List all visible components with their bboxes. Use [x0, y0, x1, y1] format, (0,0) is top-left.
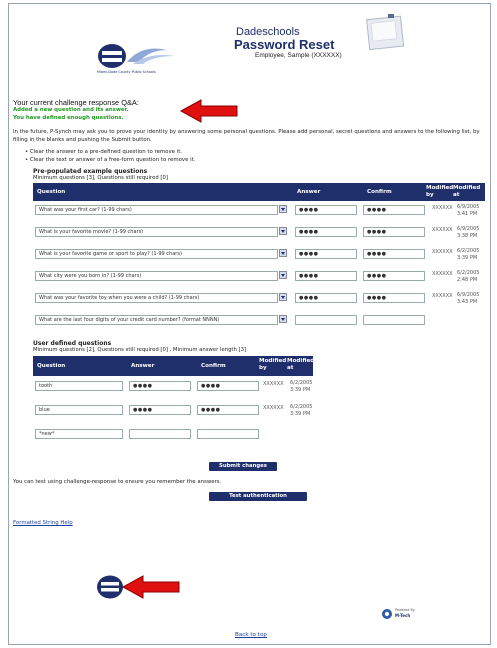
intro-text: In the future, P-Synch may ask you to pr… [13, 129, 480, 143]
chevron-down-icon[interactable] [279, 293, 287, 301]
chevron-down-icon[interactable] [279, 205, 287, 213]
answer-input[interactable]: ●●●● [295, 249, 357, 259]
userdef-title: User defined questions [33, 340, 112, 347]
status-message-enough: You have defined enough questions. [13, 115, 124, 121]
page-frame: Miami-Dade County Public Schools Dadesch… [8, 3, 491, 645]
bullet-text: Clear the answer to a pre-defined questi… [29, 149, 183, 155]
answer-input[interactable]: ●●●● [129, 405, 191, 415]
bullet-text: Clear the text or answer of a free-form … [29, 157, 196, 163]
table-row: What are the last four digits of your cr… [33, 314, 485, 330]
back-to-top-link[interactable]: Back to top [235, 632, 267, 638]
col-confirm: Confirm [367, 189, 392, 195]
test-authentication-button[interactable]: Test authentication [209, 492, 307, 501]
status-message-added: Added a new question and its answer. [13, 107, 129, 113]
bullet-clear-text: • Clear the text or answer of a free-for… [25, 157, 195, 163]
district-logo: Miami-Dade County Public Schools [87, 42, 197, 76]
table-row: *new* [33, 428, 313, 442]
col-modified-by: Modified by [259, 358, 287, 371]
table-row: What city were you born in? (1-99 chars)… [33, 270, 485, 290]
powered-by-label: Powered By [395, 608, 415, 612]
col-answer: Answer [297, 189, 321, 195]
question-select[interactable]: What is your favorite game or sport to p… [35, 249, 278, 259]
prepop-title: Pre-populated example questions [33, 168, 148, 175]
confirm-input[interactable]: ●●●● [363, 227, 425, 237]
tablet-icon [364, 12, 408, 54]
question-select[interactable]: What was your first car? (1-99 chars) [35, 205, 278, 215]
powered-by-badge: Powered By M-Tech [381, 608, 415, 622]
col-modified-at: Modified at [453, 185, 481, 198]
red-arrow-icon [179, 98, 241, 124]
chevron-down-icon[interactable] [279, 249, 287, 257]
bullet-clear-answer: • Clear the answer to a pre-defined ques… [25, 149, 182, 155]
table-row: What is your favorite game or sport to p… [33, 248, 485, 268]
test-instructions: You can test using challenge-response to… [13, 479, 222, 485]
answer-input[interactable]: ●●●● [295, 271, 357, 281]
custom-question-input[interactable]: blue [35, 405, 123, 415]
modified-by: XXXXXX [263, 381, 284, 387]
modified-by: XXXXXX [432, 227, 453, 233]
modified-by: XXXXXX [432, 271, 453, 277]
confirm-input[interactable] [363, 315, 425, 325]
modified-at: 6/9/2005 3:43 PM [457, 292, 480, 305]
table-row: What is your favorite movie? (1-99 chars… [33, 226, 485, 246]
mtech-logo-icon [382, 609, 392, 619]
answer-input[interactable]: ●●●● [295, 227, 357, 237]
chevron-down-icon[interactable] [279, 227, 287, 235]
modified-at: 6/2/2005 3:39 PM [457, 248, 480, 261]
page-title: Password Reset [234, 37, 335, 52]
confirm-input[interactable] [197, 429, 259, 439]
modified-at: 6/2/2005 3:39 PM [290, 404, 313, 417]
formatted-string-help-link[interactable]: Formatted String Help [13, 520, 73, 526]
modified-at: 6/9/2005 3:41 PM [457, 204, 480, 217]
userdef-subtitle: Minimum questions [2], Questions still r… [33, 347, 247, 353]
chevron-down-icon[interactable] [279, 315, 287, 323]
prepop-table-header: Question Answer Confirm Modified by Modi… [33, 183, 485, 201]
modified-at: 6/9/2005 3:38 PM [457, 226, 480, 239]
answer-input[interactable]: ●●●● [129, 381, 191, 391]
powered-by-brand: M-Tech [395, 613, 411, 618]
userdef-table-header: Question Answer Confirm Modified by Modi… [33, 356, 315, 376]
user-name: Employee, Sample (XXXXXX) [255, 52, 342, 59]
confirm-input[interactable]: ●●●● [363, 293, 425, 303]
table-row: tooth ●●●● ●●●● XXXXXX 6/2/2005 3:39 PM [33, 380, 313, 402]
confirm-input[interactable]: ●●●● [197, 381, 259, 391]
confirm-input[interactable]: ●●●● [197, 405, 259, 415]
prepop-subtitle: Minimum questions [3], Questions still r… [33, 175, 168, 181]
question-select[interactable]: What are the last four digits of your cr… [35, 315, 278, 325]
table-row: What was your first car? (1-99 chars) ●●… [33, 204, 485, 224]
confirm-input[interactable]: ●●●● [363, 271, 425, 281]
answer-input[interactable] [129, 429, 191, 439]
answer-input[interactable] [295, 315, 357, 325]
modified-at: 6/2/2005 3:39 PM [290, 380, 313, 393]
answer-input[interactable]: ●●●● [295, 293, 357, 303]
red-arrow-icon [121, 574, 183, 600]
col-confirm: Confirm [201, 363, 226, 369]
col-modified-at: Modified at [287, 358, 315, 371]
table-row: What was your favorite toy when you were… [33, 292, 485, 312]
col-question: Question [37, 189, 66, 195]
question-select[interactable]: What is your favorite movie? (1-99 chars… [35, 227, 278, 237]
question-select[interactable]: What was your favorite toy when you were… [35, 293, 278, 303]
answer-input[interactable]: ●●●● [295, 205, 357, 215]
modified-by: XXXXXX [432, 205, 453, 211]
modified-by: XXXXXX [432, 249, 453, 255]
table-row: blue ●●●● ●●●● XXXXXX 6/2/2005 3:39 PM [33, 404, 313, 426]
modified-by: XXXXXX [263, 405, 284, 411]
logo-caption: Miami-Dade County Public Schools [97, 70, 156, 74]
chevron-down-icon[interactable] [279, 271, 287, 279]
question-select[interactable]: What city were you born in? (1-99 chars) [35, 271, 278, 281]
custom-question-input[interactable]: *new* [35, 429, 123, 439]
status-heading: Your current challenge response Q&A: [13, 98, 139, 107]
confirm-input[interactable]: ●●●● [363, 205, 425, 215]
col-answer: Answer [131, 363, 155, 369]
submit-changes-button[interactable]: Submit changes [209, 462, 277, 471]
modified-by: XXXXXX [432, 293, 453, 299]
col-modified-by: Modified by [426, 185, 454, 198]
confirm-input[interactable]: ●●●● [363, 249, 425, 259]
modified-at: 6/2/2005 2:48 PM [457, 270, 480, 283]
custom-question-input[interactable]: tooth [35, 381, 123, 391]
col-question: Question [37, 363, 66, 369]
